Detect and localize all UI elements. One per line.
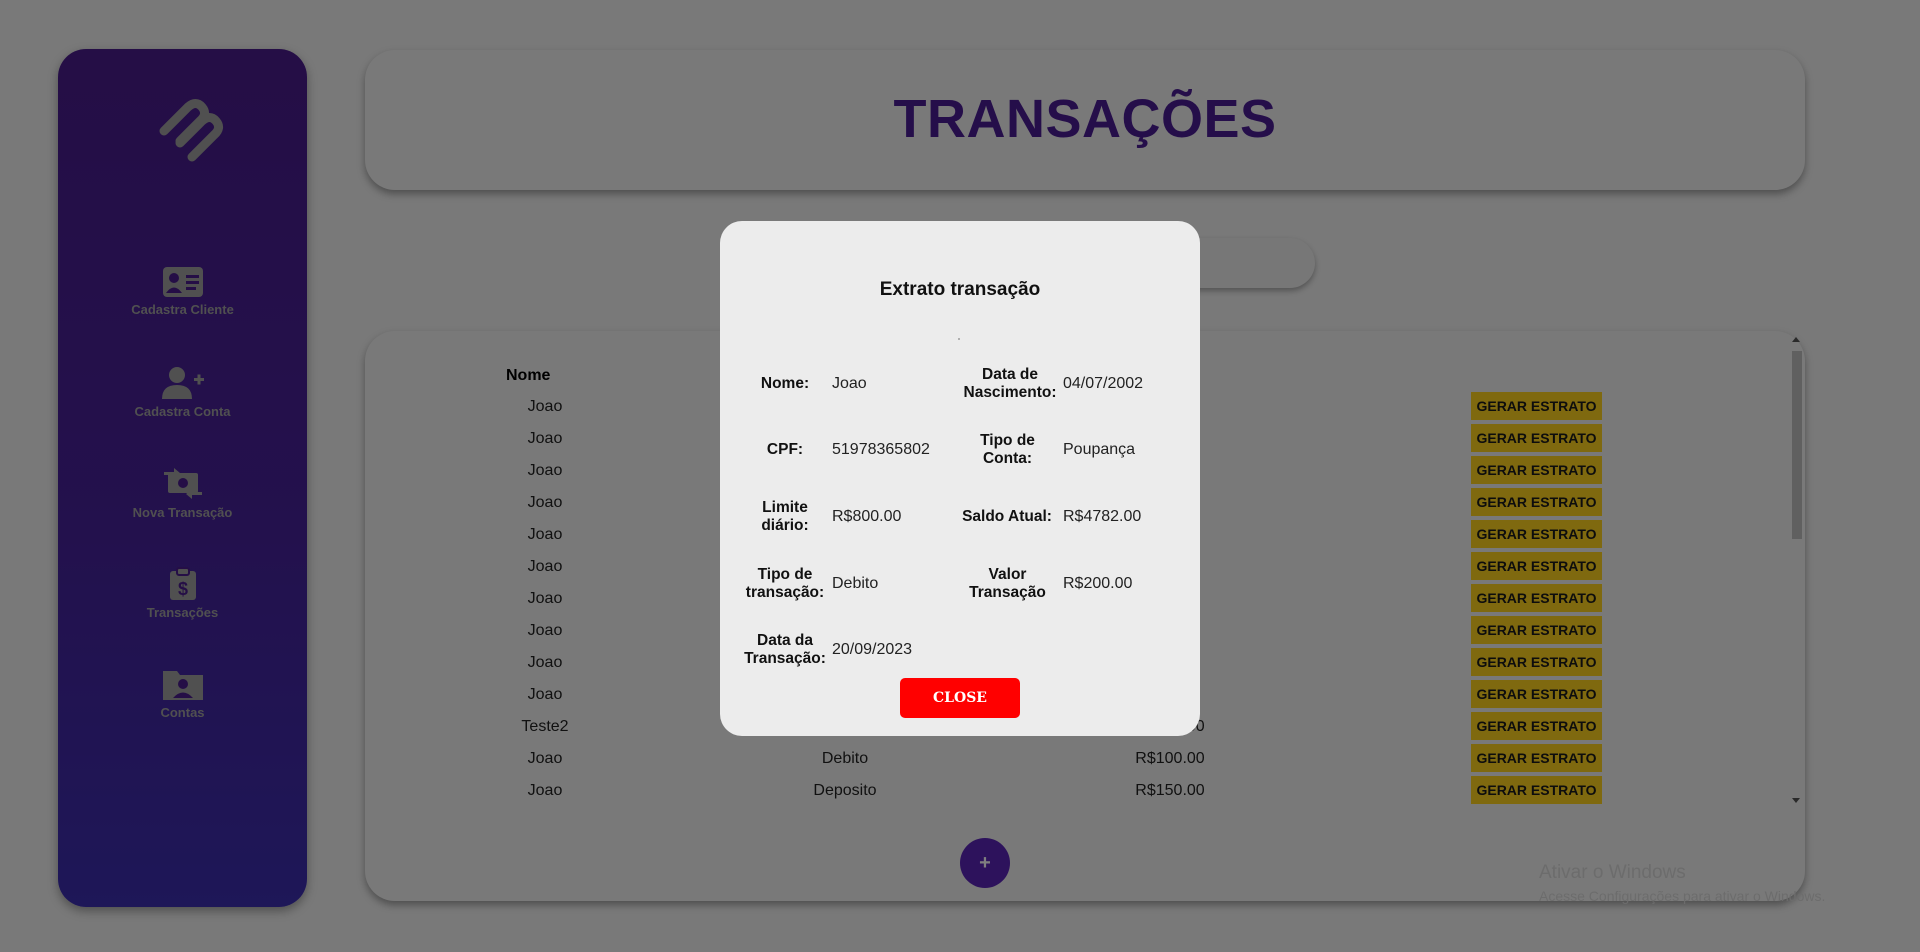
field-label-data-transacao: Data da Transação: xyxy=(744,632,826,667)
field-label-tipo-transacao: Tipo de transação: xyxy=(745,566,825,601)
field-value-cpf: 51978365802 xyxy=(832,441,930,458)
field-label-data-nascimento: Data de Nascimento: xyxy=(963,366,1057,401)
field-value-limite-diario: R$800.00 xyxy=(832,508,902,525)
field-value-nome: Joao xyxy=(832,375,867,392)
field-value-tipo-conta: Poupança xyxy=(1063,441,1136,458)
transaction-statement-modal: Extrato transação Nome: Joao Data de Nas… xyxy=(720,221,1200,736)
field-value-saldo-atual: R$4782.00 xyxy=(1063,508,1142,525)
field-label-limite-diario: Limite diário: xyxy=(761,499,809,534)
field-label-valor-transacao: Valor Transação xyxy=(969,566,1046,601)
field-value-tipo-transacao: Debito xyxy=(832,575,879,592)
field-label-saldo-atual: Saldo Atual: xyxy=(962,508,1052,525)
field-value-data-transacao: 20/09/2023 xyxy=(832,641,913,658)
field-label-nome: Nome: xyxy=(760,375,810,392)
field-label-tipo-conta: Tipo de Conta: xyxy=(980,432,1035,467)
close-button[interactable]: CLOSE xyxy=(900,678,1020,718)
modal-title: Extrato transação xyxy=(879,279,1041,300)
field-label-cpf: CPF: xyxy=(766,441,804,458)
divider xyxy=(958,338,960,340)
field-value-valor-transacao: R$200.00 xyxy=(1063,575,1133,592)
field-value-data-nascimento: 04/07/2002 xyxy=(1063,375,1144,392)
